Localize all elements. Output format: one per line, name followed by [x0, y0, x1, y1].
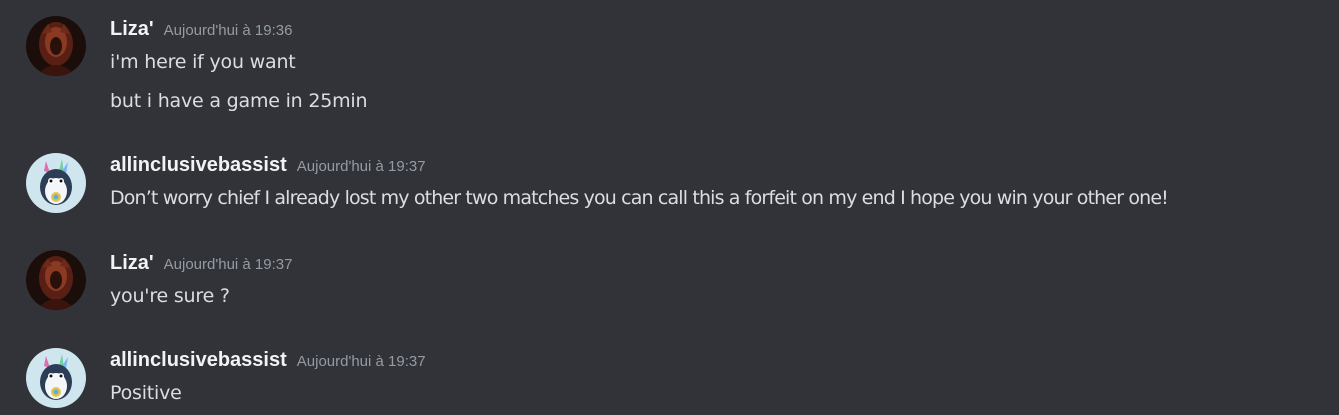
message-header: Liza' Aujourd'hui à 19:37: [110, 252, 292, 275]
timestamp[interactable]: Aujourd'hui à 19:37: [164, 256, 293, 273]
message-text: Positive: [110, 382, 182, 404]
message-header: allinclusivebassist Aujourd'hui à 19:37: [110, 349, 426, 372]
message-group: Liza' Aujourd'hui à 19:36 i'm here if you…: [0, 0, 1339, 130]
username[interactable]: Liza': [110, 252, 154, 274]
username[interactable]: allinclusivebassist: [110, 349, 287, 371]
message-header: allinclusivebassist Aujourd'hui à 19:37: [110, 154, 426, 177]
hooded-figure-icon: [26, 16, 86, 76]
message-group: allinclusivebassist Aujourd'hui à 19:37 P…: [0, 337, 1339, 415]
penguin-icon: [26, 153, 86, 213]
timestamp[interactable]: Aujourd'hui à 19:37: [297, 158, 426, 175]
message-text: i'm here if you want: [110, 51, 296, 73]
avatar[interactable]: [26, 153, 86, 213]
message-group: allinclusivebassist Aujourd'hui à 19:37 D…: [0, 140, 1339, 230]
username[interactable]: allinclusivebassist: [110, 154, 287, 176]
avatar[interactable]: [26, 348, 86, 408]
message-group: Liza' Aujourd'hui à 19:37 you're sure ?: [0, 240, 1339, 330]
message-text: but i have a game in 25min: [110, 90, 368, 112]
hooded-figure-icon: [26, 250, 86, 310]
timestamp[interactable]: Aujourd'hui à 19:36: [164, 22, 293, 39]
penguin-icon: [26, 348, 86, 408]
username[interactable]: Liza': [110, 18, 154, 40]
avatar[interactable]: [26, 250, 86, 310]
message-text: Don’t worry chief I already lost my othe…: [110, 187, 1169, 209]
avatar[interactable]: [26, 16, 86, 76]
timestamp[interactable]: Aujourd'hui à 19:37: [297, 353, 426, 370]
message-text: you're sure ?: [110, 285, 230, 307]
message-header: Liza' Aujourd'hui à 19:36: [110, 18, 292, 41]
